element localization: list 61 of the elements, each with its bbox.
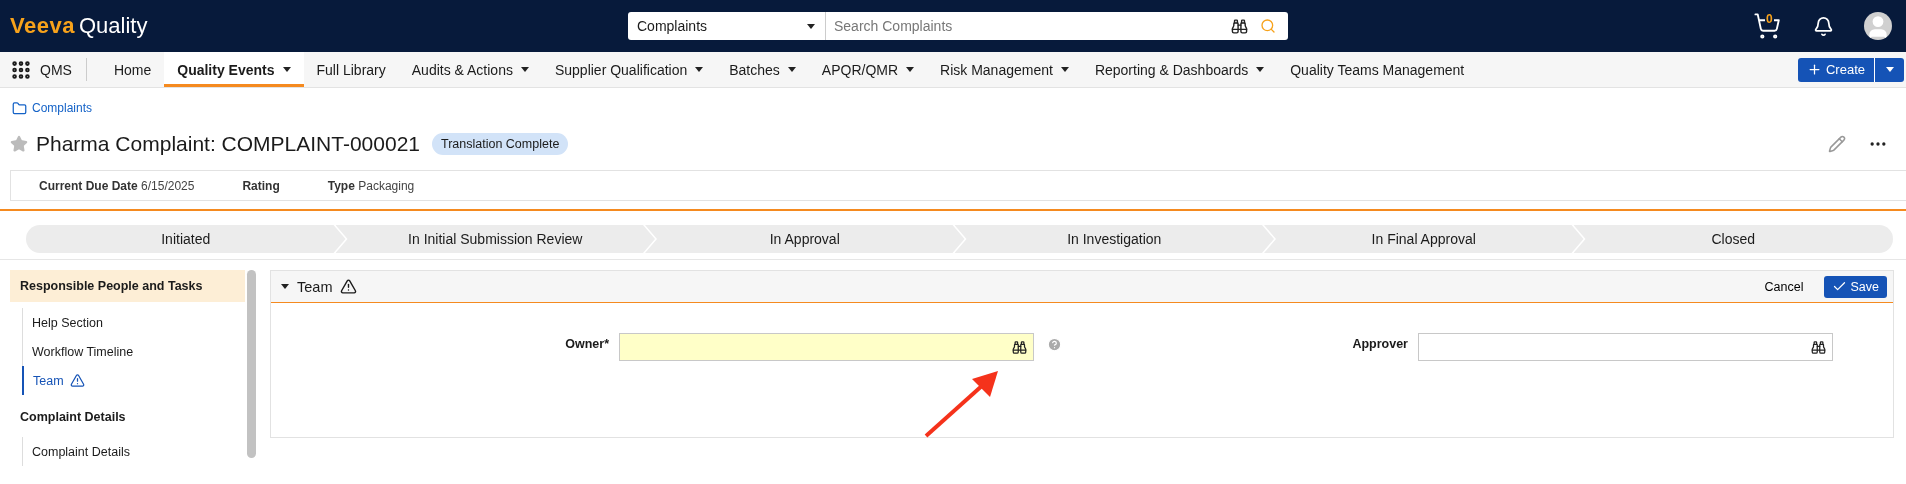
veeva-quality-logo: Veeva Quality: [10, 13, 148, 39]
record-field: Type Packaging: [327, 178, 415, 193]
create-menu-button[interactable]: [1874, 57, 1904, 82]
app-name[interactable]: QMS: [40, 61, 72, 78]
binoculars-icon[interactable]: [1811, 339, 1826, 355]
sidebar-item[interactable]: Workflow Timeline: [22, 337, 245, 366]
create-button[interactable]: Create: [1797, 57, 1874, 82]
cart-count: 0: [1765, 13, 1774, 25]
workflow-stage: Initiated: [26, 225, 346, 253]
workflow-stage: In Approval: [645, 225, 965, 253]
nav-tab[interactable]: Audits & Actions: [398, 52, 542, 87]
scrollbar[interactable]: [247, 270, 256, 458]
sidebar-item[interactable]: Complaint Details: [22, 437, 245, 466]
workflow-stage: In Initial Submission Review: [335, 225, 655, 253]
field-label: Approver: [1352, 336, 1408, 351]
workflow-stage: In Investigation: [954, 225, 1274, 253]
sidebar-item[interactable]: Team: [22, 366, 245, 395]
binoculars-icon[interactable]: [1012, 339, 1027, 355]
workflow-stage: In Final Approval: [1264, 225, 1584, 253]
sidebar-section[interactable]: Complaint Details: [10, 401, 245, 433]
sidebar-item-label[interactable]: Help Section: [32, 315, 103, 330]
nav-tab[interactable]: APQR/QMR: [808, 52, 928, 87]
panel-title: Team: [297, 278, 333, 295]
sidebar-item[interactable]: Help Section: [22, 308, 245, 337]
cancel-button[interactable]: Cancel: [1758, 278, 1810, 295]
avatar-icon[interactable]: [1864, 12, 1892, 40]
lookup-field[interactable]: [1418, 333, 1833, 361]
app-grid-icon[interactable]: [10, 58, 32, 81]
sidebar-item-label[interactable]: Complaint Details: [32, 444, 130, 459]
edit-icon[interactable]: [1828, 135, 1846, 153]
caret-icon: [1885, 67, 1894, 72]
folder-icon: [12, 100, 27, 116]
notification-bell-icon[interactable]: [1813, 15, 1834, 37]
status-badge: Translation Complete: [432, 133, 569, 155]
caret-icon: [807, 23, 815, 29]
nav-tab[interactable]: Full Library: [303, 52, 399, 87]
field-label: Owner*: [565, 336, 609, 351]
record-field: Rating: [242, 178, 280, 193]
breadcrumb-link[interactable]: Complaints: [32, 101, 93, 115]
sidebar-section[interactable]: Responsible People and Tasks: [10, 270, 245, 302]
nav-tab[interactable]: Home: [100, 52, 165, 87]
nav-tab[interactable]: Batches: [716, 52, 809, 87]
search-bar[interactable]: Complaints Search Complaints: [628, 12, 1288, 40]
favorite-star-icon[interactable]: [10, 135, 28, 153]
sidebar-item-label[interactable]: Workflow Timeline: [32, 344, 134, 359]
nav-tab[interactable]: Reporting & Dashboards: [1081, 52, 1278, 87]
binoculars-icon[interactable]: [1231, 17, 1248, 35]
lookup-field[interactable]: [619, 333, 1034, 361]
record-title: Pharma Complaint: COMPLAINT-000021: [36, 132, 420, 156]
collapse-caret-icon[interactable]: [281, 284, 289, 289]
nav-tab[interactable]: Supplier Qualification: [541, 52, 717, 87]
nav-tab[interactable]: Risk Management: [927, 52, 1082, 87]
nav-tab[interactable]: Quality Events: [164, 52, 304, 87]
workflow-stage: Closed: [1573, 225, 1893, 253]
sidebar-item-label[interactable]: Team: [33, 373, 64, 388]
nav-tab[interactable]: Quality Teams Management: [1277, 52, 1478, 87]
record-field: Current Due Date 6/15/2025: [39, 178, 195, 193]
search-field[interactable]: Search Complaints: [826, 18, 1231, 34]
save-button[interactable]: Save: [1823, 275, 1887, 298]
search-scope-dropdown[interactable]: Complaints: [628, 12, 826, 40]
plus-icon: [1806, 62, 1822, 77]
